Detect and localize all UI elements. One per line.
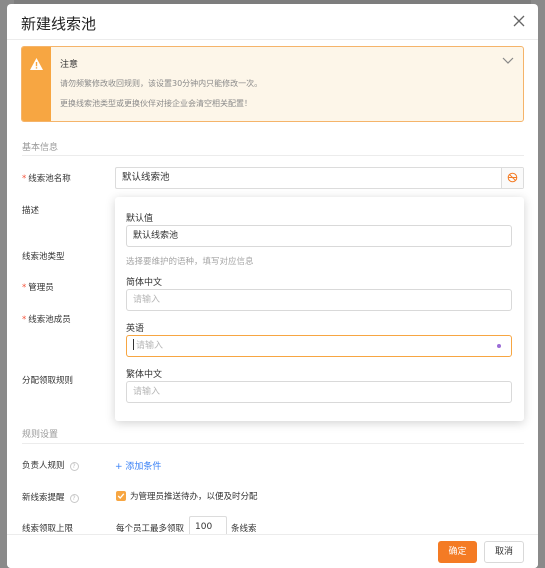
lang-input-en[interactable]: 请输入	[126, 335, 512, 357]
field-label-reminder: 新线索提醒?	[22, 491, 79, 503]
input-indicator-dot	[497, 344, 501, 348]
reminder-checkbox[interactable]	[116, 491, 126, 501]
field-label-owner-rule: 负责人规则?	[22, 459, 79, 471]
confirm-button[interactable]: 确定	[438, 541, 477, 563]
lang-label-zh-tw: 繁体中文	[126, 370, 163, 380]
lang-input-zh-cn[interactable]: 请输入	[126, 289, 512, 311]
help-icon[interactable]: ?	[69, 494, 79, 503]
limit-suffix-text: 条线索	[231, 524, 257, 534]
divider	[22, 155, 524, 156]
reminder-checkbox-label: 为管理员推送待办，以便及时分配	[130, 492, 258, 502]
field-label-assign-rule: 分配领取规则	[22, 376, 74, 386]
limit-value: 100	[195, 522, 213, 532]
notice-text-1: 请勿频繁修改收回规则，该设置30分钟内只能修改一次。	[60, 79, 263, 88]
notice-text-2: 更换线索池类型或更换伙伴对接企业会清空相关配置！	[60, 99, 252, 108]
divider	[22, 443, 524, 444]
section-basic-info: 基本信息	[22, 143, 59, 153]
field-label-name: * 线索池名称	[22, 174, 71, 184]
section-rules: 规则设置	[22, 430, 59, 440]
check-icon	[117, 493, 125, 499]
close-icon[interactable]	[512, 14, 526, 28]
cancel-button[interactable]: 取消	[484, 541, 524, 563]
field-label-limit: 线索领取上限	[22, 524, 74, 534]
language-toggle-button[interactable]	[501, 168, 523, 188]
add-condition-link[interactable]: + 添加条件	[115, 459, 161, 472]
lang-input-en-placeholder: 请输入	[136, 341, 164, 351]
lang-label-zh-cn: 简体中文	[126, 278, 163, 288]
pool-name-input[interactable]: 默认线索池	[115, 167, 524, 189]
field-label-admin: * 管理员	[22, 283, 54, 293]
warning-icon	[30, 58, 43, 70]
field-label-description: 描述	[22, 206, 40, 216]
new-lead-pool-dialog: 新建线索池 注意 请勿频繁修改收回规则，该设置30分钟内只能修改一次。 更换线索…	[7, 4, 538, 568]
notice-banner: 注意 请勿频繁修改收回规则，该设置30分钟内只能修改一次。 更换线索池类型或更换…	[21, 46, 524, 122]
dialog-header: 新建线索池	[7, 4, 538, 40]
notice-title: 注意	[60, 60, 79, 70]
language-hint: 选择要维护的语种，填写对应信息	[126, 257, 254, 267]
default-value-text: 默认线索池	[133, 231, 179, 241]
dialog-footer: 确定 取消	[7, 534, 538, 568]
notice-bar	[22, 47, 51, 121]
globe-icon	[507, 172, 518, 183]
pool-name-value: 默认线索池	[122, 172, 170, 183]
lang-input-zh-tw-placeholder: 请输入	[133, 387, 161, 397]
chevron-down-icon[interactable]	[502, 56, 514, 65]
default-value-label: 默认值	[126, 214, 154, 224]
limit-prefix-text: 每个员工最多领取	[116, 524, 185, 534]
help-icon[interactable]: ?	[69, 462, 79, 471]
field-label-members: * 线索池成员	[22, 315, 71, 325]
text-caret	[133, 339, 134, 350]
lang-input-zh-cn-placeholder: 请输入	[133, 295, 161, 305]
default-value-input[interactable]: 默认线索池	[126, 225, 512, 247]
translation-popover: 默认值 默认线索池 选择要维护的语种，填写对应信息 简体中文 请输入 英语 请输…	[115, 197, 524, 421]
lang-input-zh-tw[interactable]: 请输入	[126, 381, 512, 403]
dialog-title: 新建线索池	[21, 15, 97, 33]
lang-label-en: 英语	[126, 324, 145, 334]
field-label-type: 线索池类型	[22, 252, 65, 262]
